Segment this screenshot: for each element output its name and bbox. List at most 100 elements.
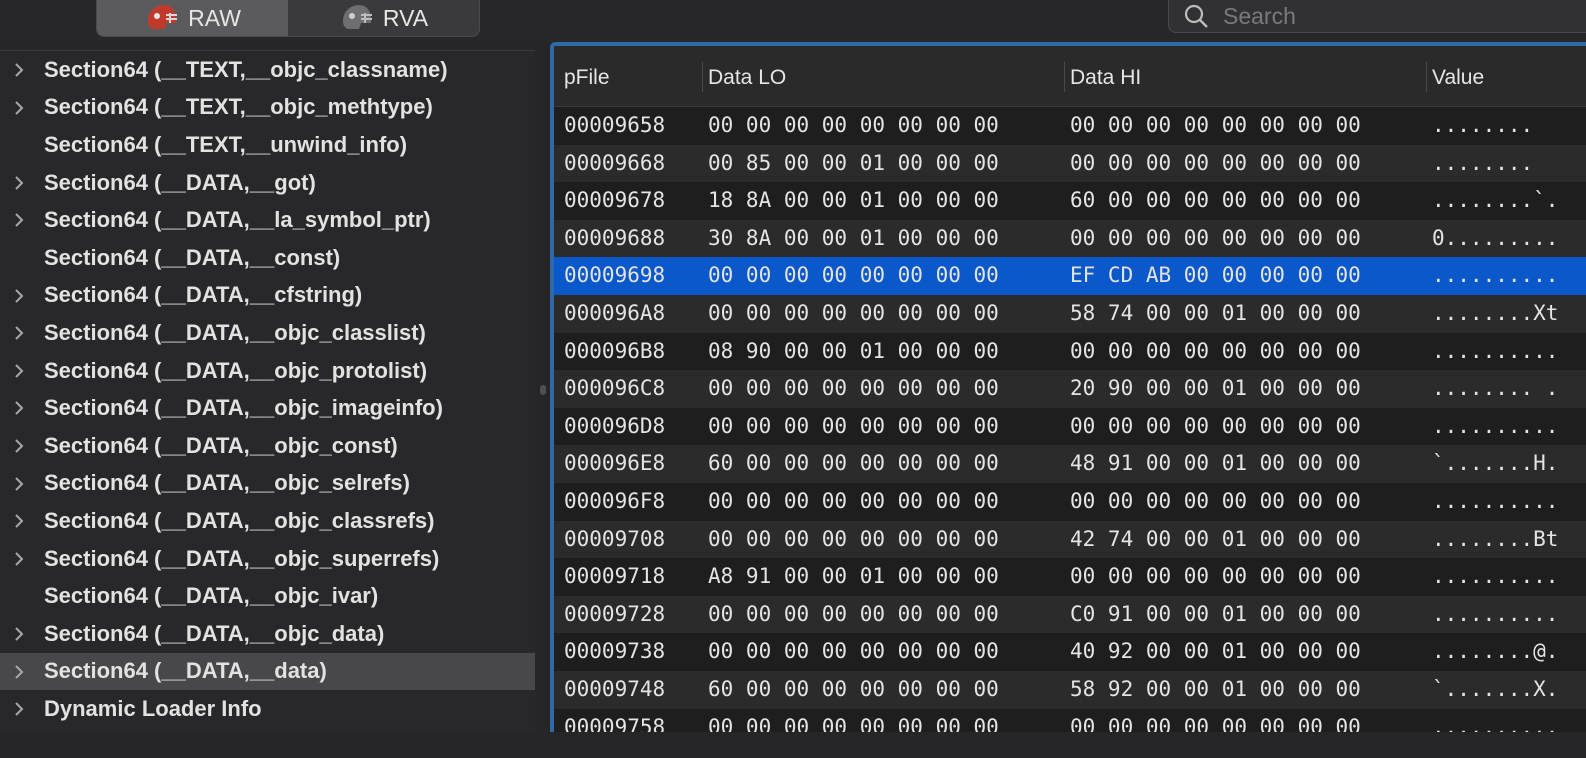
table-row[interactable]: 00009748 60 00 00 00 00 00 00 00 58 92 00 …: [554, 670, 1586, 709]
value-cell: ..........: [1432, 413, 1559, 438]
sidebar-item[interactable]: Section64 (__TEXT,__objc_methtype): [0, 89, 535, 127]
table-row[interactable]: 000096F8 00 00 00 00 00 00 00 00 00 00 00 …: [554, 483, 1586, 521]
data-lo-cell: A8 91 00 00 01 00 00 00: [708, 564, 999, 589]
column-separator[interactable]: [1426, 62, 1427, 92]
value-cell: ..........: [1432, 338, 1559, 363]
sidebar-item[interactable]: Section64 (__DATA,__objc_imageinfo): [0, 389, 535, 427]
chevron-right-icon[interactable]: [12, 475, 26, 493]
data-hi-cell: 60 00 00 00 00 00 00 00: [1070, 188, 1361, 213]
table-row[interactable]: 00009698 00 00 00 00 00 00 00 00 EF CD AB …: [554, 257, 1586, 295]
chevron-right-icon[interactable]: [12, 399, 26, 417]
sidebar-item[interactable]: Dynamic Loader Info: [0, 690, 535, 728]
pfile-cell: 00009748: [564, 676, 666, 701]
value-cell: ........: [1432, 150, 1534, 175]
table-row[interactable]: 00009708 00 00 00 00 00 00 00 00 42 74 00 …: [554, 520, 1586, 559]
pfile-cell: 00009718: [564, 564, 666, 589]
data-hi-cell: 48 91 00 00 01 00 00 00: [1070, 451, 1361, 476]
data-hi-cell: 20 90 00 00 01 00 00 00: [1070, 376, 1361, 401]
toolbar: RAW RVA: [0, 0, 1586, 42]
data-hi-cell: 00 00 00 00 00 00 00 00: [1070, 150, 1361, 175]
data-lo-cell: 60 00 00 00 00 00 00 00: [708, 451, 999, 476]
search-field[interactable]: [1168, 0, 1586, 33]
table-row[interactable]: 00009678 18 8A 00 00 01 00 00 00 60 00 00 …: [554, 182, 1586, 220]
chevron-right-icon[interactable]: [12, 512, 26, 530]
column-header-data-hi[interactable]: Data HI: [1070, 66, 1141, 90]
column-header-pfile[interactable]: pFile: [564, 66, 610, 90]
chevron-right-icon[interactable]: [12, 99, 26, 117]
sidebar-item-label: Section64 (__DATA,__objc_data): [44, 620, 385, 646]
value-cell: `.......H.: [1432, 451, 1559, 476]
column-header-value[interactable]: Value: [1432, 66, 1484, 90]
chevron-right-icon[interactable]: [12, 287, 26, 305]
sidebar-item-label: Section64 (__DATA,__objc_classrefs): [44, 507, 435, 533]
split-view-divider[interactable]: [535, 42, 550, 758]
value-cell: ..........: [1432, 488, 1559, 513]
sidebar-item[interactable]: Section64 (__DATA,__objc_superrefs): [0, 540, 535, 578]
column-separator[interactable]: [1064, 62, 1065, 92]
sidebar-item[interactable]: Section64 (__DATA,__objc_ivar): [0, 577, 535, 615]
rva-mode-label: RVA: [382, 4, 429, 31]
sidebar-item[interactable]: Section64 (__DATA,__objc_classlist): [0, 314, 535, 352]
helmet-icon: [144, 3, 178, 33]
table-row[interactable]: 00009658 00 00 00 00 00 00 00 00 00 00 00 …: [554, 107, 1586, 145]
hex-table: pFile Data LO Data HI Value 00009658 00 0…: [550, 42, 1586, 740]
sidebar-item-label: Dynamic Loader Info: [44, 695, 262, 721]
sidebar-item[interactable]: Section64 (__DATA,__const): [0, 239, 535, 277]
sidebar-item[interactable]: Section64 (__TEXT,__objc_classname): [0, 51, 535, 89]
value-cell: ..........: [1432, 263, 1559, 288]
sidebar-item[interactable]: Section64 (__DATA,__got): [0, 164, 535, 202]
table-row[interactable]: 000096D8 00 00 00 00 00 00 00 00 00 00 00 …: [554, 408, 1586, 446]
pfile-cell: 00009708: [564, 526, 666, 551]
data-lo-cell: 00 00 00 00 00 00 00 00: [708, 113, 999, 137]
raw-mode-button[interactable]: RAW: [97, 0, 288, 36]
sidebar-item[interactable]: Section64 (__DATA,__cfstring): [0, 277, 535, 315]
sidebar-item[interactable]: Section64 (__DATA,__la_symbol_ptr): [0, 201, 535, 239]
pfile-cell: 00009678: [564, 188, 666, 213]
data-hi-cell: 58 92 00 00 01 00 00 00: [1070, 676, 1361, 701]
search-input[interactable]: [1221, 1, 1585, 31]
table-row[interactable]: 00009738 00 00 00 00 00 00 00 00 40 92 00 …: [554, 633, 1586, 671]
chevron-right-icon[interactable]: [12, 437, 26, 455]
table-row[interactable]: 000096C8 00 00 00 00 00 00 00 00 20 90 00 …: [554, 370, 1586, 408]
sidebar-item[interactable]: Section64 (__TEXT,__unwind_info): [0, 126, 535, 164]
sidebar-item-label: Section64 (__DATA,__objc_protolist): [44, 357, 428, 383]
sidebar-item[interactable]: Section64 (__DATA,__objc_data): [0, 615, 535, 653]
value-cell: ........ .: [1432, 376, 1559, 401]
chevron-right-icon[interactable]: [12, 550, 26, 568]
sidebar-item[interactable]: Section64 (__DATA,__data): [0, 652, 535, 691]
table-row[interactable]: 00009688 30 8A 00 00 01 00 00 00 00 00 00 …: [554, 219, 1586, 258]
chevron-right-icon[interactable]: [12, 324, 26, 342]
table-row[interactable]: 000096A8 00 00 00 00 00 00 00 00 58 74 00 …: [554, 294, 1586, 333]
chevron-right-icon[interactable]: [12, 211, 26, 229]
column-separator[interactable]: [702, 62, 703, 92]
chevron-right-icon[interactable]: [12, 663, 26, 681]
value-cell: ........@.: [1432, 639, 1559, 664]
sidebar-item[interactable]: Section64 (__DATA,__objc_const): [0, 427, 535, 465]
chevron-right-icon[interactable]: [12, 625, 26, 643]
sidebar-item-label: Section64 (__DATA,__objc_const): [44, 432, 398, 458]
sidebar-item[interactable]: Section64 (__DATA,__objc_protolist): [0, 352, 535, 390]
chevron-right-icon[interactable]: [12, 700, 26, 718]
chevron-right-icon[interactable]: [12, 61, 26, 79]
sidebar-item[interactable]: Section64 (__DATA,__objc_selrefs): [0, 465, 535, 503]
rva-mode-button[interactable]: RVA: [288, 0, 479, 36]
chevron-right-icon[interactable]: [12, 174, 26, 192]
data-lo-cell: 08 90 00 00 01 00 00 00: [708, 338, 999, 363]
divider-handle[interactable]: [540, 385, 546, 395]
data-lo-cell: 00 00 00 00 00 00 00 00: [708, 263, 999, 288]
chevron-right-icon[interactable]: [12, 362, 26, 380]
table-row[interactable]: 000096E8 60 00 00 00 00 00 00 00 48 91 00 …: [554, 445, 1586, 483]
sidebar-item-label: Section64 (__TEXT,__objc_methtype): [44, 94, 433, 120]
table-row[interactable]: 00009718 A8 91 00 00 01 00 00 00 00 00 00 …: [554, 558, 1586, 596]
value-cell: ........: [1432, 113, 1534, 137]
view-mode-segmented-control: RAW RVA: [96, 0, 480, 37]
value-cell: `.......X.: [1432, 676, 1559, 701]
table-row[interactable]: 000096B8 08 90 00 00 01 00 00 00 00 00 00 …: [554, 333, 1586, 371]
column-header-data-lo[interactable]: Data LO: [708, 66, 786, 90]
sidebar-item-label: Section64 (__DATA,__objc_superrefs): [44, 545, 440, 571]
data-hi-cell: 00 00 00 00 00 00 00 00: [1070, 413, 1361, 438]
sidebar-item[interactable]: Section64 (__DATA,__objc_classrefs): [0, 502, 535, 540]
table-row[interactable]: 00009668 00 85 00 00 01 00 00 00 00 00 00 …: [554, 144, 1586, 183]
table-row[interactable]: 00009728 00 00 00 00 00 00 00 00 C0 91 00 …: [554, 595, 1586, 634]
data-lo-cell: 00 00 00 00 00 00 00 00: [708, 300, 999, 325]
